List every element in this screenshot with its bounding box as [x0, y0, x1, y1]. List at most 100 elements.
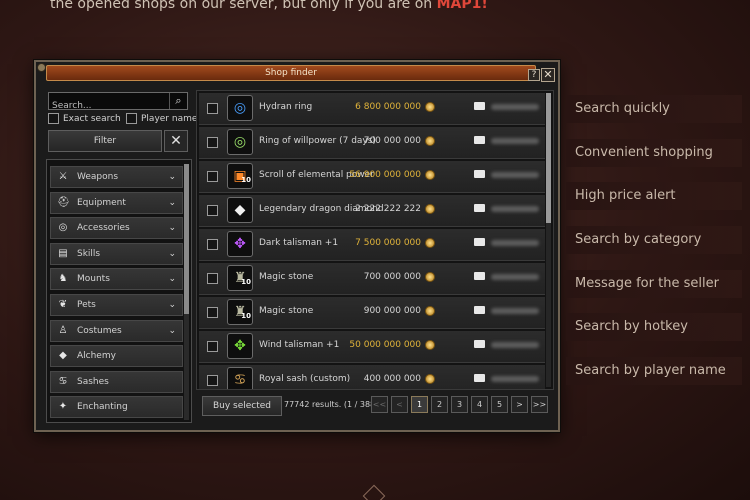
search-input[interactable]: [49, 98, 167, 114]
category-scroll-thumb[interactable]: [184, 164, 189, 314]
category-5[interactable]: ❦ Pets ⌄: [50, 294, 183, 316]
category-label: Enchanting: [77, 402, 128, 413]
book-icon: ▤: [58, 247, 68, 259]
row-checkbox[interactable]: [207, 307, 218, 318]
message-seller-icon[interactable]: [474, 136, 485, 144]
feature-label: Search by hotkey: [566, 313, 742, 341]
table-row[interactable]: ♋ Royal sash (custom) 400 000 000: [199, 365, 545, 389]
page-button[interactable]: 4: [471, 396, 488, 413]
seller-name[interactable]: [491, 342, 539, 348]
stone-icon: ♜ 10: [227, 265, 253, 291]
feature-label: Search by category: [566, 226, 742, 254]
close-button[interactable]: ✕: [541, 68, 555, 82]
category-label: Costumes: [77, 325, 122, 336]
page-button[interactable]: <: [391, 396, 408, 413]
chevron-down-icon[interactable]: ⌄: [168, 244, 176, 264]
chevron-down-icon[interactable]: ⌄: [168, 193, 176, 213]
seller-name[interactable]: [491, 206, 539, 212]
seller-name[interactable]: [491, 138, 539, 144]
coin-icon: [425, 204, 435, 214]
message-seller-icon[interactable]: [474, 306, 485, 314]
exact-search-checkbox[interactable]: [48, 113, 59, 124]
category-label: Alchemy: [77, 351, 116, 362]
results-count: 77742 results. (1 / 3888): [284, 400, 384, 409]
message-seller-icon[interactable]: [474, 102, 485, 110]
page-button[interactable]: 5: [491, 396, 508, 413]
scroll-icon: ▣ 10: [227, 163, 253, 189]
clear-filter-button[interactable]: ✕: [164, 130, 188, 152]
item-list-scrollbar[interactable]: [546, 93, 551, 387]
item-name: Wind talisman +1: [259, 340, 340, 350]
message-seller-icon[interactable]: [474, 374, 485, 382]
message-seller-icon[interactable]: [474, 238, 485, 246]
item-count: 10: [241, 278, 251, 286]
seller-name[interactable]: [491, 274, 539, 280]
category-3[interactable]: ▤ Skills ⌄: [50, 242, 183, 265]
intro-text: the opened shops on our server, but only…: [50, 0, 710, 16]
table-row[interactable]: ♜ 10 Magic stone 900 000 000: [199, 297, 545, 329]
message-seller-icon[interactable]: [474, 340, 485, 348]
player-name-option[interactable]: Player name: [126, 113, 197, 124]
item-name: Magic stone: [259, 306, 314, 316]
seller-name[interactable]: [491, 308, 539, 314]
seller-name[interactable]: [491, 172, 539, 178]
message-seller-icon[interactable]: [474, 170, 485, 178]
sparkle-icon: ✦: [58, 401, 68, 413]
category-8[interactable]: ♋ Sashes: [50, 370, 183, 393]
category-6[interactable]: ♙ Costumes ⌄: [50, 319, 183, 342]
table-row[interactable]: ✥ Dark talisman +1 7 500 000 000: [199, 229, 545, 261]
chevron-down-icon[interactable]: ⌄: [168, 321, 176, 341]
feature-label: Convenient shopping: [566, 139, 742, 167]
filter-button[interactable]: Filter: [48, 130, 162, 152]
row-checkbox[interactable]: [207, 239, 218, 250]
page-button[interactable]: 3: [451, 396, 468, 413]
list-footer: Buy selected 77742 results. (1 / 3888) <…: [196, 394, 554, 418]
table-row[interactable]: ◎ Hydran ring 6 800 000 000: [199, 93, 545, 125]
table-row[interactable]: ▣ 10 Scroll of elemental power 56 900 000 0…: [199, 161, 545, 193]
row-checkbox[interactable]: [207, 273, 218, 284]
category-4[interactable]: ♞ Mounts ⌄: [50, 268, 183, 291]
category-0[interactable]: ⚔ Weapons ⌄: [50, 166, 183, 188]
table-row[interactable]: ◆ Legendary dragon diamond 2 222 222 222: [199, 195, 545, 227]
chevron-down-icon[interactable]: ⌄: [168, 218, 176, 238]
ring-icon: ◎: [227, 95, 253, 121]
player-name-checkbox[interactable]: [126, 113, 137, 124]
category-2[interactable]: ◎ Accessories ⌄: [50, 217, 183, 240]
table-row[interactable]: ◎ Ring of willpower (7 days) 700 000 000: [199, 127, 545, 159]
category-1[interactable]: ⛑ Equipment ⌄: [50, 191, 183, 214]
chevron-down-icon[interactable]: ⌄: [168, 295, 176, 315]
seller-name[interactable]: [491, 376, 539, 382]
search-icon[interactable]: ⌕: [169, 93, 187, 109]
category-9[interactable]: ✦ Enchanting: [50, 396, 183, 419]
category-scrollbar[interactable]: [184, 164, 189, 420]
message-seller-icon[interactable]: [474, 204, 485, 212]
category-7[interactable]: ◆ Alchemy: [50, 345, 183, 368]
coin-icon: [425, 170, 435, 180]
buy-selected-button[interactable]: Buy selected: [202, 396, 282, 416]
chevron-down-icon[interactable]: ⌄: [168, 167, 176, 187]
page-button[interactable]: >>: [531, 396, 548, 413]
row-checkbox[interactable]: [207, 341, 218, 352]
page-button[interactable]: 2: [431, 396, 448, 413]
table-row[interactable]: ♜ 10 Magic stone 700 000 000: [199, 263, 545, 295]
page-button[interactable]: >: [511, 396, 528, 413]
talisman-icon: ✥: [227, 231, 253, 257]
page-button[interactable]: 1: [411, 396, 428, 413]
chevron-down-icon[interactable]: ⌄: [168, 269, 176, 289]
help-button[interactable]: ?: [528, 69, 540, 81]
row-checkbox[interactable]: [207, 103, 218, 114]
seller-name[interactable]: [491, 240, 539, 246]
coin-icon: [425, 238, 435, 248]
table-row[interactable]: ✥ Wind talisman +1 50 000 000 000: [199, 331, 545, 363]
row-checkbox[interactable]: [207, 137, 218, 148]
seller-name[interactable]: [491, 104, 539, 110]
row-checkbox[interactable]: [207, 375, 218, 386]
feature-label: Search by player name: [566, 357, 742, 385]
row-checkbox[interactable]: [207, 205, 218, 216]
row-checkbox[interactable]: [207, 171, 218, 182]
page-button[interactable]: <<: [371, 396, 388, 413]
exact-search-option[interactable]: Exact search: [48, 113, 121, 124]
message-seller-icon[interactable]: [474, 272, 485, 280]
item-list-scroll-thumb[interactable]: [546, 93, 551, 223]
item-price: 400 000 000: [363, 374, 421, 384]
